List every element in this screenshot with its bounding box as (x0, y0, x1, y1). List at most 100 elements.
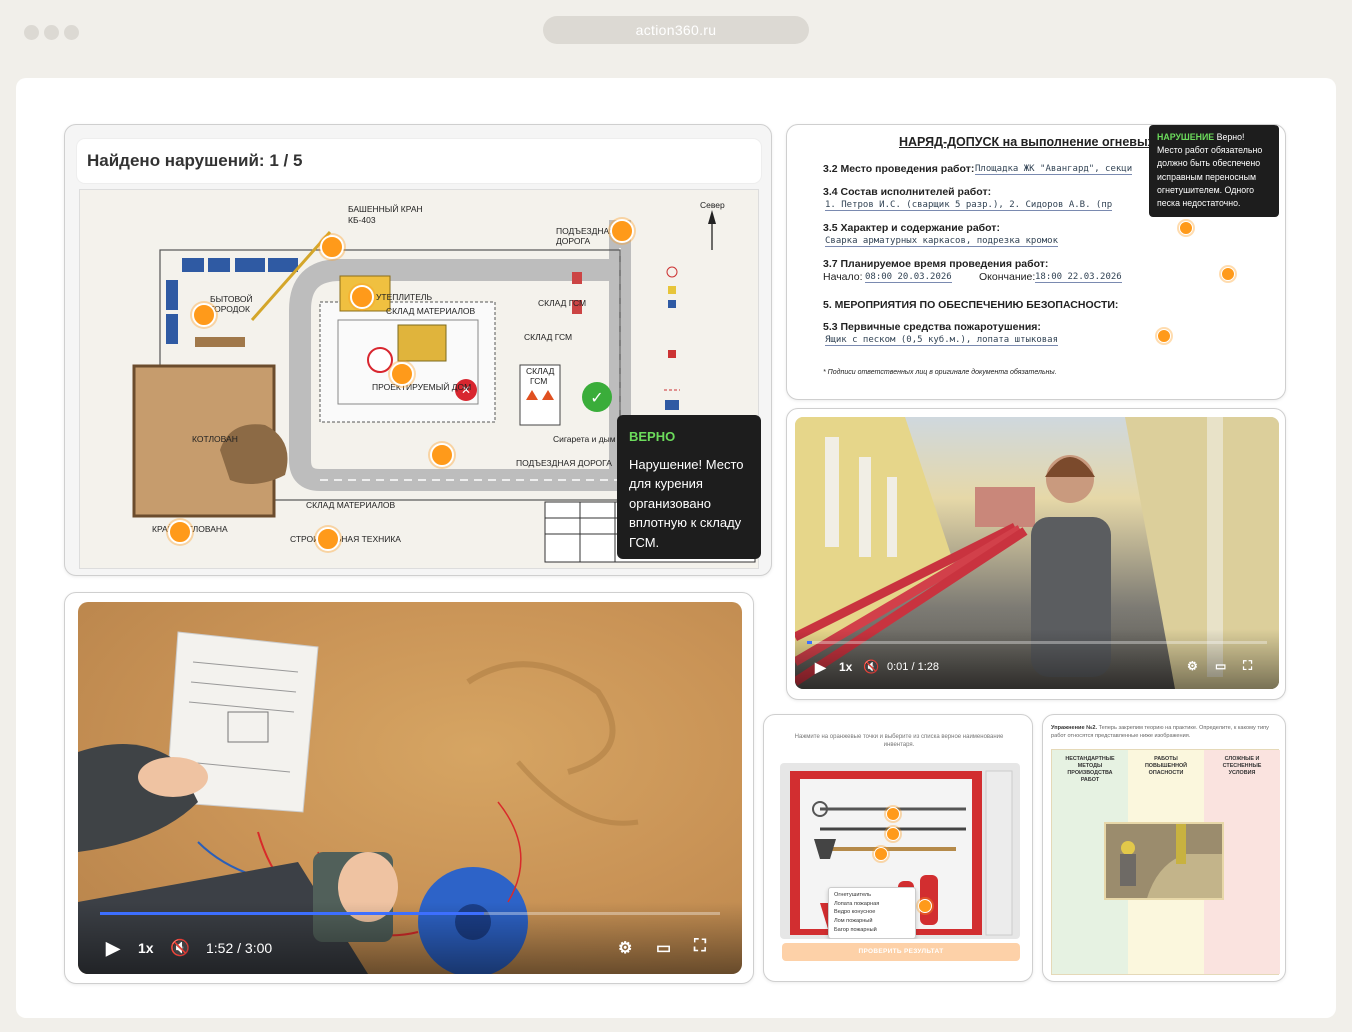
street-video-track[interactable] (807, 641, 1267, 644)
label-crane: БАШЕННЫЙ КРАН (348, 203, 423, 214)
address-bar[interactable]: action360.ru (543, 16, 809, 44)
sand-play-icon[interactable]: ▶ (106, 938, 120, 959)
verdict-status: ВЕРНО (629, 429, 676, 444)
doc-time-label: 3.7 Планируемое время проведения работ: (823, 258, 1049, 270)
label-north: Север (700, 200, 725, 210)
fullscreen-icon[interactable]: ⛶ (1243, 658, 1252, 674)
street-speed[interactable]: 1x (839, 660, 852, 674)
hotspot-shield-1[interactable] (886, 807, 900, 821)
label-material-store: СКЛАД МАТЕРИАЛОВ (386, 306, 476, 316)
hotspot-equipment[interactable] (316, 527, 340, 551)
inventory-option[interactable]: Огнетушитель (834, 891, 910, 900)
hotspot-materials[interactable] (350, 285, 374, 309)
doc-nature-label: 3.5 Характер и содержание работ: (823, 222, 1000, 234)
inventory-option[interactable]: Багор пожарный (834, 926, 910, 935)
doc-nature-value: Сварка арматурных каркасов, подрезка кро… (825, 236, 1058, 247)
label-construction-equipment: СТРОИТЕЛЬНАЯ ТЕХНИКА (290, 534, 401, 544)
violations-header: Найдено нарушений: 1 / 5 (77, 139, 761, 183)
sorting-exercise-card: Упражнение №2. Теперь закрепим теорию на… (1042, 714, 1286, 982)
doc-place-label: 3.2 Место проведения работ: (823, 163, 975, 175)
hotspot-access-road[interactable] (610, 219, 634, 243)
quality-icon[interactable]: ⚙ (1187, 659, 1198, 673)
window-minimize-dot[interactable] (44, 25, 59, 40)
pip-icon[interactable]: ▭ (1215, 659, 1226, 673)
sand-quality-icon[interactable]: ⚙ (618, 938, 632, 958)
doc-start-value: 08:00 20.03.2026 (865, 272, 952, 283)
hotspot-shield-3[interactable] (874, 847, 888, 861)
street-video-controls: ▶ 1x 🔇 0:01 / 1:28 ⚙ ▭ ⛶ (795, 629, 1279, 689)
hotspot-building[interactable] (390, 362, 414, 386)
sand-mute-icon[interactable]: 🔇 (170, 938, 190, 958)
hotspot-doc-extinguishing[interactable] (1157, 329, 1171, 343)
sand-video-progress (100, 912, 485, 915)
sort-column-title: РАБОТЫ ПОВЫШЕННОЙ ОПАСНОСТИ (1144, 756, 1188, 777)
label-crane-model: КБ-403 (348, 215, 376, 225)
label-smoking: Сигарета и дым (553, 434, 616, 444)
shield-instruction: Нажмите на оранжевые точки и выберите из… (794, 734, 1004, 749)
sand-video-track[interactable] (100, 912, 720, 915)
label-access-road-top: ПОДЪЕЗДНАЯ (556, 226, 615, 236)
mute-icon[interactable]: 🔇 (863, 659, 879, 675)
window-maximize-dot[interactable] (64, 25, 79, 40)
play-icon[interactable]: ▶ (815, 659, 826, 676)
hotspot-road[interactable] (430, 443, 454, 467)
street-video-progress (807, 641, 812, 644)
inventory-option[interactable]: Лом пожарный (834, 917, 910, 926)
hotspot-shield-2[interactable] (886, 827, 900, 841)
inventory-option[interactable]: Ведро конусное (834, 908, 910, 917)
doc-end-value: 18:00 22.03.2026 (1035, 272, 1122, 283)
hotspot-town[interactable] (192, 303, 216, 327)
label-access-road-top2: ДОРОГА (556, 236, 590, 246)
sand-video-frame[interactable]: ▶ 1x 🔇 1:52 / 3:00 ⚙ ▭ ⛶ (78, 602, 742, 974)
inventory-dropdown[interactable]: Огнетушитель Лопата пожарная Ведро конус… (828, 887, 916, 939)
doc-extinguishing-value: Ящик с песком (0,5 куб.м.), лопата штыко… (825, 335, 1058, 346)
hotspot-crane[interactable] (320, 235, 344, 259)
hotspot-pit-edge[interactable] (168, 520, 192, 544)
street-time: 0:01 / 1:28 (887, 661, 939, 673)
doc-end-label: Окончание: (979, 271, 1036, 283)
label-gsm-store3a: СКЛАД (526, 366, 555, 376)
doc-verdict-word: Верно! (1216, 132, 1245, 142)
label-gsm-store2: СКЛАД ГСМ (524, 332, 572, 342)
violations-counter: Найдено нарушений: 1 / 5 (87, 151, 303, 170)
sand-speed[interactable]: 1x (138, 940, 154, 956)
doc-workers-label: 3.4 Состав исполнителей работ: (823, 186, 992, 198)
label-town: БЫТОВОЙ (210, 293, 253, 304)
verdict-tooltip: ВЕРНО Нарушение! Место для курения орган… (617, 415, 761, 559)
hotspot-doc-nature[interactable] (1179, 221, 1193, 235)
sand-video-controls: ▶ 1x 🔇 1:52 / 3:00 ⚙ ▭ ⛶ (78, 902, 742, 974)
doc-workers-value: 1. Петров И.С. (сварщик 5 разр.), 2. Сид… (825, 200, 1113, 211)
label-pit: КОТЛОВАН (192, 434, 238, 444)
hotspot-doc-time[interactable] (1221, 267, 1235, 281)
doc-footnote: * Подписи ответственных лиц в оригинале … (823, 369, 1057, 376)
svg-text:✓: ✓ (590, 390, 603, 407)
shield-scene: Огнетушитель Лопата пожарная Ведро конус… (780, 763, 1020, 939)
sort-board: НЕСТАНДАРТНЫЕ МЕТОДЫ ПРОИЗВОДСТВА РАБОТ … (1051, 749, 1280, 975)
label-projected: ПРОЕКТИРУЕМЫЙ ДОМ (372, 381, 471, 392)
doc-verdict-text: Место работ обязательно должно быть обес… (1157, 145, 1263, 208)
draggable-photo-card[interactable] (1104, 822, 1224, 900)
street-video-frame[interactable]: ▶ 1x 🔇 0:01 / 1:28 ⚙ ▭ ⛶ (795, 417, 1279, 689)
street-video-card: ▶ 1x 🔇 0:01 / 1:28 ⚙ ▭ ⛶ (786, 408, 1286, 700)
exercise-instruction-wrap: Упражнение №2. Теперь закрепим теорию на… (1051, 724, 1279, 741)
label-insulation: УТЕПЛИТЕЛЬ (376, 292, 432, 302)
sand-fullscreen-icon[interactable]: ⛶ (694, 936, 706, 956)
label-gsm-store3b: ГСМ (530, 376, 547, 386)
sand-time: 1:52 / 3:00 (206, 940, 273, 956)
label-materials-bottom: СКЛАД МАТЕРИАЛОВ (306, 500, 396, 510)
doc-title: НАРЯД-ДОПУСК на выполнение огневых ра (899, 135, 1173, 149)
inventory-option[interactable]: Лопата пожарная (834, 900, 910, 909)
fire-shield-card: Нажмите на оранжевые точки и выберите из… (763, 714, 1033, 982)
hotspot-shield-4[interactable] (918, 899, 932, 913)
check-result-button[interactable]: ПРОВЕРИТЬ РЕЗУЛЬТАТ (782, 943, 1020, 961)
doc-place-value: Площадка ЖК "Авангард", секци (975, 164, 1133, 175)
doc-safety-label: 5. МЕРОПРИЯТИЯ ПО ОБЕСПЕЧЕНИЮ БЕЗОПАСНОС… (823, 299, 1119, 311)
doc-verdict-tooltip: НАРУШЕНИЕ Верно! Место работ обязательно… (1149, 125, 1279, 217)
site-plan-card: Найдено нарушений: 1 / 5 ✕ ✓ БАШЕННЫЙ КР… (64, 124, 772, 576)
window-close-dot[interactable] (24, 25, 39, 40)
doc-start-label: Начало: (823, 271, 863, 283)
sand-pip-icon[interactable]: ▭ (656, 938, 671, 958)
sort-column-title: СЛОЖНЫЕ И СТЕСНЕННЫЕ УСЛОВИЯ (1222, 756, 1262, 777)
sort-column-title: НЕСТАНДАРТНЫЕ МЕТОДЫ ПРОИЗВОДСТВА РАБОТ (1065, 756, 1115, 784)
label-town2: ГОРОДОК (210, 304, 250, 314)
